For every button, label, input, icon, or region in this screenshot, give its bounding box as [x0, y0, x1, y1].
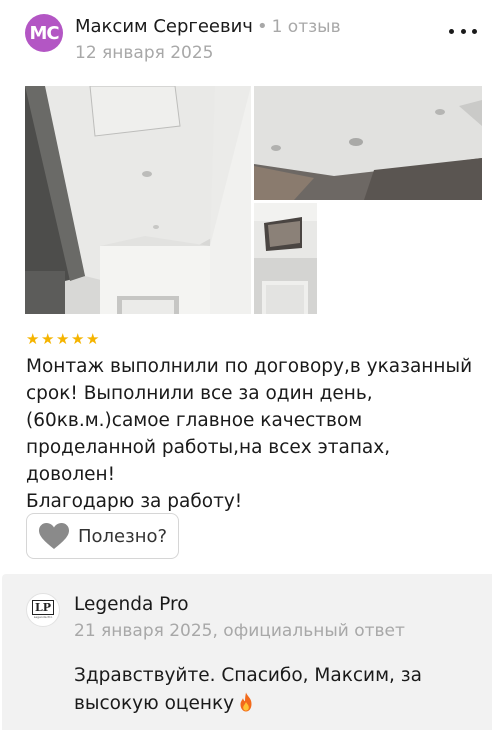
org-logo[interactable]: LP Legenda Pro: [26, 593, 60, 627]
separator-dot: •: [256, 16, 268, 37]
review-date: 12 января 2025: [75, 43, 214, 63]
org-logo-caption: Legenda Pro: [33, 615, 53, 619]
reviews-count: 1 отзыв: [271, 17, 341, 37]
review-photos: [25, 86, 485, 314]
reply-text-container: Здравствуйте. Спасибо, Максим, за высоку…: [74, 662, 454, 718]
more-dots-icon[interactable]: [449, 21, 477, 41]
star-icon: ★: [41, 330, 55, 348]
reply-meta: 21 января 2025, официальный ответ: [74, 621, 405, 641]
review-header: МС Максим Сергеевич • 1 отзыв 12 января 20…: [25, 13, 485, 69]
rating-stars: ★ ★ ★ ★ ★: [26, 330, 100, 348]
useful-button[interactable]: Полезно?: [26, 513, 179, 559]
review-text: Монтаж выполнили по договору,в указанный…: [26, 356, 473, 512]
star-icon: ★: [26, 330, 40, 348]
org-name[interactable]: Legenda Pro: [74, 594, 189, 615]
star-icon: ★: [71, 330, 85, 348]
review-photo-1[interactable]: [25, 86, 251, 314]
official-reply: LP Legenda Pro Legenda Pro 21 января 202…: [2, 574, 492, 730]
useful-label: Полезно?: [78, 525, 168, 547]
star-icon: ★: [56, 330, 70, 348]
author-line: Максим Сергеевич • 1 отзыв: [75, 16, 341, 37]
review-photo-2[interactable]: [254, 86, 482, 200]
avatar[interactable]: МС: [25, 14, 63, 52]
heart-icon: [39, 523, 69, 549]
fire-icon: [240, 692, 252, 712]
org-logo-mark: LP: [31, 600, 54, 615]
review-photo-3[interactable]: [254, 203, 317, 314]
author-name[interactable]: Максим Сергеевич: [75, 16, 253, 37]
star-icon: ★: [86, 330, 100, 348]
